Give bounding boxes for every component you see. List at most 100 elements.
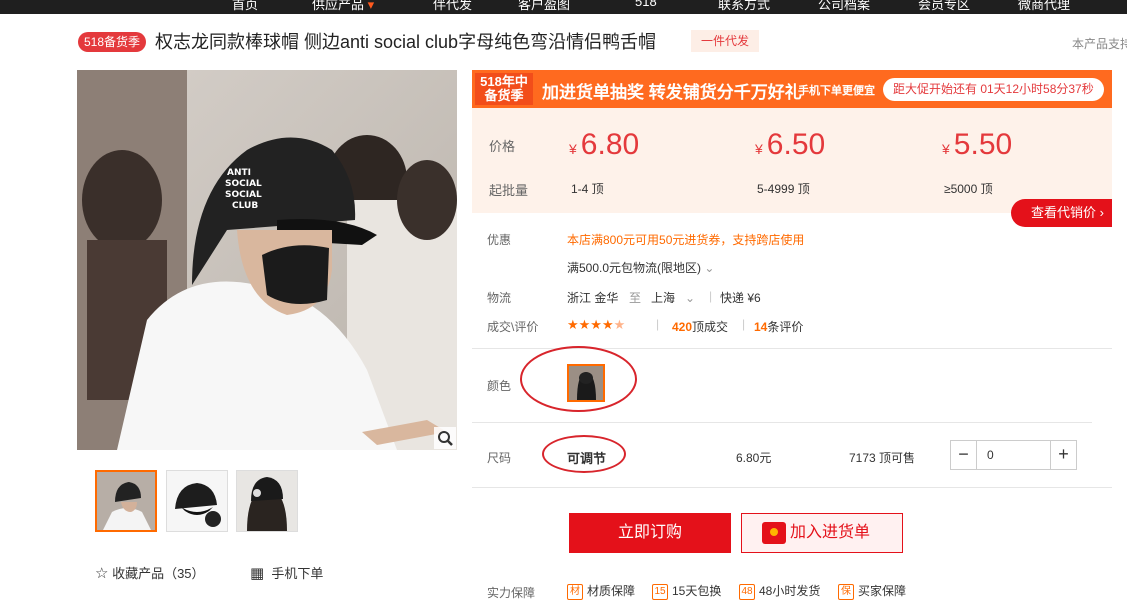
price-value: 5.50 — [953, 128, 1013, 161]
minus-icon[interactable]: − — [951, 441, 977, 469]
nav-518[interactable]: 518 — [635, 0, 657, 9]
promo-tag: 518年中 备货季 — [475, 73, 533, 105]
guarantee-text: 买家保障 — [858, 584, 907, 598]
nav-customers[interactable]: 客户盈图 — [518, 0, 570, 13]
currency-symbol: ¥ — [755, 141, 763, 157]
favorite-button[interactable]: ☆ 收藏产品（35） — [95, 563, 205, 582]
color-label: 颜色 — [487, 379, 512, 393]
free-shipping[interactable]: 满500.0元包物流(限地区) ⌄ — [567, 259, 714, 276]
guarantee-shipping[interactable]: 48 48小时发货 — [739, 582, 820, 600]
add-to-cart-label: 加入进货单 — [790, 524, 871, 541]
guarantee-text: 48小时发货 — [759, 584, 821, 598]
qrcode-icon: ▦ — [250, 565, 265, 582]
unit-price: 6.80元 — [736, 451, 772, 465]
price-value: 6.50 — [766, 128, 826, 161]
plus-icon[interactable]: + — [1050, 441, 1076, 469]
nav-members[interactable]: 会员专区 — [918, 0, 970, 13]
deals-label: 成交\评价 — [487, 320, 539, 334]
mobile-order-label: 手机下单 — [271, 566, 324, 581]
promo-tag-line2: 备货季 — [484, 88, 524, 103]
express-fee: 快递 ¥6 — [720, 291, 761, 305]
top-nav: 首页 供应产品 ▾ 伴代发 客户盈图 518 联系方式 公司档案 会员专区 微商… — [0, 0, 1127, 14]
svg-text:SOCIAL: SOCIAL — [225, 179, 262, 189]
guarantee-buyer[interactable]: 保买家保障 — [838, 582, 906, 600]
svg-text:ANTI: ANTI — [227, 168, 251, 178]
buy-now-button[interactable]: 立即订购 — [569, 513, 731, 553]
thumbnail-1[interactable] — [95, 470, 157, 532]
nav-company[interactable]: 公司档案 — [818, 0, 870, 13]
nav-dropship[interactable]: 伴代发 — [433, 0, 472, 13]
cart-icon — [762, 522, 786, 544]
size-label: 尺码 — [487, 451, 512, 465]
shipping-icon: 48 — [739, 583, 755, 600]
price-value: 6.80 — [580, 128, 640, 161]
star-outline-icon: ☆ — [95, 565, 109, 582]
nav-products[interactable]: 供应产品 ▾ — [312, 0, 374, 13]
shield-icon: 保 — [838, 583, 854, 600]
discount-label: 优惠 — [487, 233, 512, 247]
exchange-icon: 15 — [652, 583, 668, 600]
chevron-down-icon: ⌄ — [685, 291, 696, 305]
logistics-label: 物流 — [487, 291, 512, 305]
promo-banner[interactable]: 518年中 备货季 加进货单抽奖 转发铺货分千万好礼 手机下单更便宜 距大促开始… — [472, 70, 1112, 108]
svg-text:CLUB: CLUB — [232, 201, 258, 211]
thumbnail-2[interactable] — [166, 470, 228, 532]
sold-number: 420 — [672, 320, 693, 334]
free-shipping-text: 满500.0元包物流(限地区) — [567, 261, 702, 275]
dropship-tag[interactable]: 一件代发 — [691, 30, 760, 52]
quantity-input[interactable]: 0 — [987, 448, 994, 462]
stock-count: 7173 顶可售 — [849, 451, 916, 465]
range-tier-1: 1-4 顶 — [571, 182, 604, 196]
divider: | — [709, 289, 713, 303]
thumbnail-3[interactable] — [236, 470, 298, 532]
rating-stars: ★★★★★ — [567, 317, 626, 332]
review-suffix: 条评价 — [767, 320, 804, 334]
season-badge: 518备货季 — [78, 32, 147, 52]
review-count[interactable]: 14条评价 — [754, 318, 803, 335]
add-to-cart-button[interactable]: 加入进货单 — [741, 513, 903, 553]
nav-wechat[interactable]: 微商代理 — [1018, 0, 1070, 13]
guarantee-exchange[interactable]: 15 15天包换 — [652, 582, 721, 600]
batch-label: 起批量 — [489, 183, 529, 198]
divider: | — [656, 317, 660, 331]
price-tier-2: ¥6.50 — [755, 128, 825, 162]
logistics-dest: 上海 — [651, 291, 676, 305]
review-number: 14 — [754, 320, 768, 334]
currency-symbol: ¥ — [569, 141, 577, 157]
price-tier-1: ¥6.80 — [569, 128, 639, 162]
annotation-circle — [542, 435, 626, 473]
divider-line — [472, 422, 1092, 423]
price-label: 价格 — [489, 139, 516, 154]
view-proxy-price-button[interactable]: 查看代销价 › — [1011, 199, 1112, 227]
currency-symbol: ¥ — [942, 141, 950, 157]
countdown-timer: 距大促开始还有 01天12小时58分37秒 — [883, 78, 1104, 101]
sold-suffix: 顶成交 — [692, 320, 729, 334]
price-tier-3: ¥5.50 — [942, 128, 1012, 162]
annotation-circle — [520, 346, 637, 412]
guarantee-material[interactable]: 材材质保障 — [567, 582, 635, 600]
range-tier-3: ≥5000 顶 — [944, 182, 993, 196]
sold-count[interactable]: 420顶成交 — [672, 318, 728, 335]
guarantee-label: 实力保障 — [487, 586, 536, 600]
material-icon: 材 — [567, 583, 583, 600]
chevron-down-icon: ⌄ — [704, 261, 715, 275]
zoom-icon[interactable] — [434, 427, 456, 449]
logistics-origin: 浙江 金华 — [567, 291, 619, 305]
svg-text:SOCIAL: SOCIAL — [225, 190, 262, 200]
favorite-label: 收藏产品（35） — [112, 566, 205, 581]
discount-text[interactable]: 本店满800元可用50元进货券，支持跨店使用 — [567, 231, 804, 248]
title-bar: 518备货季 权志龙同款棒球帽 侧边anti social club字母纯色弯沿… — [0, 28, 1127, 58]
nav-products-label: 供应产品 — [312, 0, 365, 12]
price-box: 价格 起批量 ¥6.80 ¥6.50 ¥5.50 1-4 顶 5-4999 顶 … — [472, 108, 1112, 213]
support-text: 本产品支持 — [1072, 37, 1127, 51]
main-product-image[interactable]: ANTI SOCIAL SOCIAL CLUB — [77, 70, 457, 450]
promo-subtext: 手机下单更便宜 — [798, 85, 875, 97]
quantity-stepper[interactable]: − 0 + — [950, 440, 1077, 470]
product-title: 权志龙同款棒球帽 侧边anti social club字母纯色弯沿情侣鸭舌帽 — [155, 32, 657, 52]
promo-text: 加进货单抽奖 转发铺货分千万好礼 — [542, 83, 802, 102]
divider-line — [472, 487, 1112, 488]
nav-home[interactable]: 首页 — [232, 0, 258, 13]
nav-contact[interactable]: 联系方式 — [718, 0, 770, 13]
logistics-dest-select[interactable]: 上海 ⌄ — [651, 289, 695, 306]
mobile-order-button[interactable]: ▦ 手机下单 — [250, 563, 323, 582]
